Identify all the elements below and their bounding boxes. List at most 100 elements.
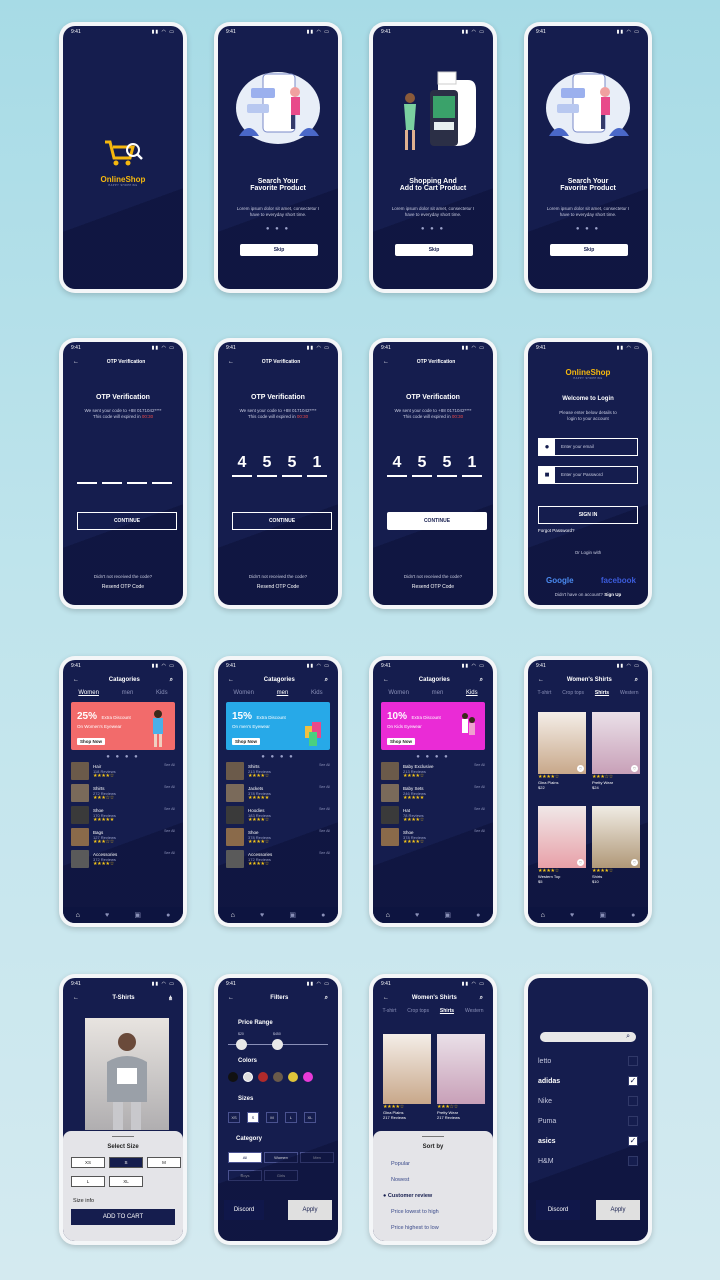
brand-row[interactable]: letto bbox=[538, 1056, 638, 1066]
category-row[interactable]: Bags 127 Reviews ★★★☆☆ See All bbox=[63, 826, 183, 848]
category-row[interactable]: Shoe 170 Reviews ★★★★★ See All bbox=[63, 804, 183, 826]
cart-icon[interactable]: ▣ bbox=[444, 911, 451, 919]
tab-crop-tops[interactable]: Crop tops bbox=[407, 1008, 429, 1014]
shop-now-button[interactable]: Shop Now bbox=[387, 738, 415, 745]
brand-row[interactable]: Nike bbox=[538, 1096, 638, 1106]
discount-banner[interactable]: 25% Extra Discount On Women's Eyewear Sh… bbox=[71, 702, 175, 750]
resend-otp-link[interactable]: Resend OTP Code bbox=[63, 584, 183, 590]
heart-icon[interactable]: ♥ bbox=[260, 912, 264, 919]
see-all-link[interactable]: See All bbox=[319, 763, 330, 767]
continue-button[interactable]: CONTINUE bbox=[387, 512, 487, 530]
otp-digit-2[interactable]: 5 bbox=[257, 454, 277, 477]
sort-option-newest[interactable]: Nowest bbox=[391, 1177, 409, 1183]
tab-western[interactable]: Western bbox=[465, 1008, 484, 1014]
size-info-link[interactable]: Size info bbox=[73, 1198, 94, 1204]
see-all-link[interactable]: See All bbox=[164, 851, 175, 855]
heart-icon[interactable]: ♥ bbox=[105, 912, 109, 919]
color-swatch[interactable] bbox=[288, 1072, 298, 1082]
sheet-handle[interactable] bbox=[422, 1136, 444, 1137]
color-swatch[interactable] bbox=[303, 1072, 313, 1082]
home-icon[interactable]: ⌂ bbox=[231, 912, 235, 919]
skip-button[interactable]: Skip bbox=[395, 244, 473, 256]
back-arrow-icon[interactable]: ← bbox=[383, 995, 389, 1001]
product-card[interactable]: ♡ ★★★☆☆ Pretty Wear $24 bbox=[592, 712, 640, 790]
forgot-password-link[interactable]: Forgot Password? bbox=[538, 528, 575, 533]
continue-button[interactable]: CONTINUE bbox=[232, 512, 332, 530]
tab-men[interactable]: men bbox=[122, 690, 134, 696]
tab-tshirt[interactable]: T-shirt bbox=[382, 1008, 396, 1014]
size-xs[interactable]: XS bbox=[71, 1157, 105, 1168]
filter-size-xs[interactable]: XS bbox=[228, 1112, 240, 1123]
otp-digit-3[interactable]: 5 bbox=[282, 454, 302, 477]
back-arrow-icon[interactable]: ← bbox=[383, 677, 389, 683]
size-s[interactable]: S bbox=[109, 1157, 143, 1168]
size-l[interactable]: L bbox=[71, 1176, 105, 1187]
search-icon[interactable]: ⌕ bbox=[480, 995, 483, 1002]
see-all-link[interactable]: See All bbox=[164, 829, 175, 833]
see-all-link[interactable]: See All bbox=[319, 785, 330, 789]
google-login-button[interactable]: Google bbox=[546, 576, 574, 585]
heart-icon[interactable]: ♥ bbox=[570, 912, 574, 919]
home-icon[interactable]: ⌂ bbox=[541, 912, 545, 919]
filter-category-women[interactable]: Women bbox=[264, 1152, 298, 1163]
category-row[interactable]: Accessories 172 Reviews ★★★★☆ See All bbox=[218, 848, 338, 870]
filter-category-men[interactable]: Men bbox=[300, 1152, 334, 1163]
category-row[interactable]: Shirts 272 Reviews ★★★☆☆ See All bbox=[63, 782, 183, 804]
back-arrow-icon[interactable]: ← bbox=[73, 995, 79, 1001]
sign-up-link[interactable]: Sign Up bbox=[604, 592, 621, 597]
brand-row[interactable]: H&M bbox=[538, 1156, 638, 1166]
product-card[interactable]: ♡ ★★★★☆ Shirts $10 bbox=[592, 806, 640, 884]
search-icon[interactable]: ⌕ bbox=[635, 677, 638, 684]
see-all-link[interactable]: See All bbox=[164, 807, 175, 811]
search-icon[interactable]: ⌕ bbox=[480, 677, 483, 684]
product-card[interactable]: ★★★☆☆ Pretty Wear 217 Reviews bbox=[437, 1034, 485, 1120]
size-m[interactable]: M bbox=[147, 1157, 181, 1168]
filter-size-l[interactable]: L bbox=[285, 1112, 297, 1123]
back-arrow-icon[interactable]: ← bbox=[73, 677, 79, 683]
tab-women[interactable]: Women bbox=[388, 690, 409, 696]
tab-crop-tops[interactable]: Crop tops bbox=[562, 690, 584, 696]
brand-row[interactable]: Puma bbox=[538, 1116, 638, 1126]
continue-button[interactable]: CONTINUE bbox=[77, 512, 177, 530]
search-icon[interactable]: ⌕ bbox=[325, 677, 328, 684]
see-all-link[interactable]: See All bbox=[474, 829, 485, 833]
otp-slot-2[interactable] bbox=[102, 482, 122, 484]
color-swatch[interactable] bbox=[228, 1072, 238, 1082]
otp-digit-3[interactable]: 5 bbox=[437, 454, 457, 477]
discard-button[interactable]: Discord bbox=[224, 1200, 264, 1220]
category-row[interactable]: Jackets 378 Reviews ★★★★★ See All bbox=[218, 782, 338, 804]
category-row[interactable]: Accessories 372 Reviews ★★★★☆ See All bbox=[63, 848, 183, 870]
filter-size-s[interactable]: S bbox=[247, 1112, 259, 1123]
cart-icon[interactable]: ▣ bbox=[289, 911, 296, 919]
sort-option-price-high-low[interactable]: Price highest to low bbox=[391, 1225, 439, 1231]
brand-row[interactable]: asics ✓ bbox=[538, 1136, 638, 1146]
product-card[interactable]: ♡ ★★★★☆ Western Top $5 bbox=[538, 806, 586, 884]
category-row[interactable]: Hair 118 Reviews ★★★★☆ See All bbox=[63, 760, 183, 782]
color-swatch[interactable] bbox=[273, 1072, 283, 1082]
tab-women[interactable]: Women bbox=[78, 690, 99, 696]
otp-slot-1[interactable] bbox=[77, 482, 97, 484]
otp-digit-1[interactable]: 4 bbox=[387, 454, 407, 477]
add-to-cart-button[interactable]: ADD TO CART bbox=[71, 1209, 175, 1225]
heart-icon[interactable]: ♥ bbox=[415, 912, 419, 919]
sort-option-price-low-high[interactable]: Price lowest to high bbox=[391, 1209, 439, 1215]
profile-icon[interactable]: ● bbox=[166, 912, 170, 919]
share-icon[interactable]: ⋔ bbox=[168, 995, 173, 1002]
tab-kids[interactable]: Kids bbox=[311, 690, 323, 696]
heart-icon[interactable]: ♡ bbox=[631, 765, 638, 772]
tab-tshirt[interactable]: T-shirt bbox=[537, 690, 551, 696]
discount-banner[interactable]: 10% Extra Discount On Kids Eyewear Shop … bbox=[381, 702, 485, 750]
otp-digit-1[interactable]: 4 bbox=[232, 454, 252, 477]
category-row[interactable]: Hoodies 183 Reviews ★★★★☆ See All bbox=[218, 804, 338, 826]
product-card[interactable]: ★★★★☆ Gina Plains 217 Reviews bbox=[383, 1034, 431, 1120]
category-row[interactable]: Shoe 378 Reviews ★★★★☆ See All bbox=[218, 826, 338, 848]
see-all-link[interactable]: See All bbox=[164, 785, 175, 789]
tab-shirts[interactable]: Shirts bbox=[440, 1008, 454, 1014]
brand-row[interactable]: adidas ✓ bbox=[538, 1076, 638, 1086]
see-all-link[interactable]: See All bbox=[474, 763, 485, 767]
tab-men[interactable]: men bbox=[432, 690, 444, 696]
otp-digit-4[interactable]: 1 bbox=[462, 454, 482, 477]
color-swatch[interactable] bbox=[243, 1072, 253, 1082]
category-row[interactable]: Baby Sets 246 Reviews ★★★★★ See All bbox=[373, 782, 493, 804]
resend-otp-link[interactable]: Resend OTP Code bbox=[218, 584, 338, 590]
